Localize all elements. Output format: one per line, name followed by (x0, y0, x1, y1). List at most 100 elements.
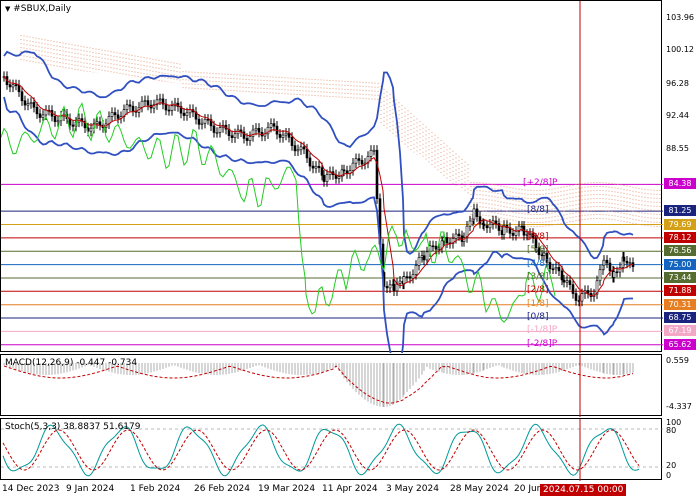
candle-body (44, 109, 48, 116)
candle-body (317, 165, 321, 168)
candle-body (375, 149, 379, 199)
candle-body (32, 102, 36, 108)
candle-body (290, 137, 294, 146)
macd-tick-top: 0.559 (666, 356, 689, 365)
time-tick: 14 Dec 2023 (2, 484, 60, 494)
price-level-tag: 84.38 (664, 178, 696, 190)
chikou-span-line (1, 102, 556, 323)
candle-body (26, 103, 30, 106)
candle-body (185, 112, 189, 116)
candle-body (494, 220, 498, 224)
price-level-tag: 76.56 (664, 245, 696, 257)
candle-body (212, 125, 216, 133)
candle-body (170, 105, 174, 111)
time-tick: 28 May 2024 (450, 484, 509, 494)
candle-body (215, 132, 219, 134)
candle-body (385, 286, 389, 289)
candle-body (434, 245, 438, 250)
candle-body (14, 84, 18, 87)
candle-body (284, 132, 288, 136)
candle-body (562, 279, 566, 283)
candle-body (354, 158, 358, 164)
candle-body (296, 149, 300, 152)
candle-body (308, 157, 312, 167)
candle-body (615, 271, 619, 274)
candle-body (281, 134, 285, 138)
murrey-level-label: [3/8] (527, 271, 549, 282)
murrey-level-label: [4/8] (527, 258, 549, 269)
candle-body (612, 271, 616, 278)
candle-body (511, 232, 515, 236)
candle-body (251, 129, 255, 137)
candle-body (113, 112, 117, 116)
candle-body (388, 284, 392, 289)
candle-body (8, 84, 12, 88)
time-tick: 3 May 2024 (386, 484, 439, 494)
murrey-level-label: [-2/8]P (527, 338, 558, 349)
candle-body (41, 114, 45, 118)
candle-body (411, 274, 415, 279)
candle-body (248, 136, 252, 141)
chart-window: ▼ #SBUX,Daily [+2/8]P [8/8] [6/8] [5/8] [4/8… (0, 0, 700, 500)
candle-body (414, 265, 418, 275)
candle-body (56, 120, 60, 123)
time-tick: 26 Feb 2024 (194, 484, 251, 494)
crosshair-date-label: 2024.07.15 00:00 (540, 484, 627, 496)
candle-body (128, 104, 132, 107)
candle-body (565, 280, 569, 283)
chart-triangle-icon: ▼ (5, 5, 11, 13)
candle-body (143, 100, 147, 102)
candle-body (140, 100, 144, 108)
candle-body (337, 176, 341, 179)
candle-body (131, 105, 135, 112)
candle-body (314, 165, 318, 169)
symbol-title-text: #SBUX,Daily (13, 4, 72, 14)
candle-body (405, 276, 409, 278)
candle-body (110, 112, 114, 117)
time-tick: 20 Jun (514, 484, 543, 494)
macd-title: MACD(12,26,9) -0.447 -0.734 (5, 358, 138, 368)
price-level-tag: 75.00 (664, 258, 696, 270)
candle-body (158, 98, 162, 101)
bollinger-upper-band (3, 50, 634, 260)
price-level-tag: 68.75 (664, 312, 696, 324)
candle-body (457, 233, 461, 237)
candle-body (625, 260, 629, 264)
price-tick: 92.44 (666, 111, 689, 120)
candle-body (618, 267, 622, 273)
candle-body (233, 133, 237, 138)
price-tick: 88.55 (666, 144, 689, 153)
stochastic-pane[interactable]: Stoch(5,3,3) 38.8837 51.6179 (0, 418, 663, 481)
candle-body (322, 174, 326, 182)
candle-body (398, 280, 402, 284)
candle-body (325, 174, 329, 182)
candle-body (571, 284, 575, 294)
murrey-level-label: [+2/8]P (523, 178, 558, 189)
macd-pane[interactable]: MACD(12,26,9) -0.447 -0.734 (0, 354, 662, 417)
stoch-tick-0: 0 (666, 471, 672, 480)
candle-body (351, 162, 355, 171)
candle-body (357, 158, 361, 161)
stoch-tick-80: 80 (666, 426, 677, 435)
candle-body (230, 135, 234, 138)
murrey-level-label: [5/8] (527, 245, 549, 256)
candle-body (98, 121, 102, 126)
candle-body (146, 100, 150, 106)
price-chart-pane[interactable]: ▼ #SBUX,Daily [+2/8]P [8/8] [6/8] [5/8] [4/8… (0, 0, 663, 353)
candle-body (560, 270, 564, 281)
candle-body (422, 255, 426, 261)
candle-body (71, 124, 75, 127)
candle-body (305, 148, 309, 159)
candle-body (369, 149, 373, 157)
candle-body (302, 146, 306, 150)
symbol-title: ▼ #SBUX,Daily (5, 4, 71, 14)
candle-body (408, 276, 412, 279)
candle-body (182, 112, 186, 116)
candle-body (206, 118, 210, 121)
candle-body (622, 256, 626, 262)
murrey-level-label: [1/8] (527, 298, 549, 309)
murrey-level-label: [0/8] (527, 312, 549, 323)
time-tick: 19 Mar 2024 (258, 484, 316, 494)
candle-body (454, 233, 458, 239)
candle-body (372, 149, 376, 152)
